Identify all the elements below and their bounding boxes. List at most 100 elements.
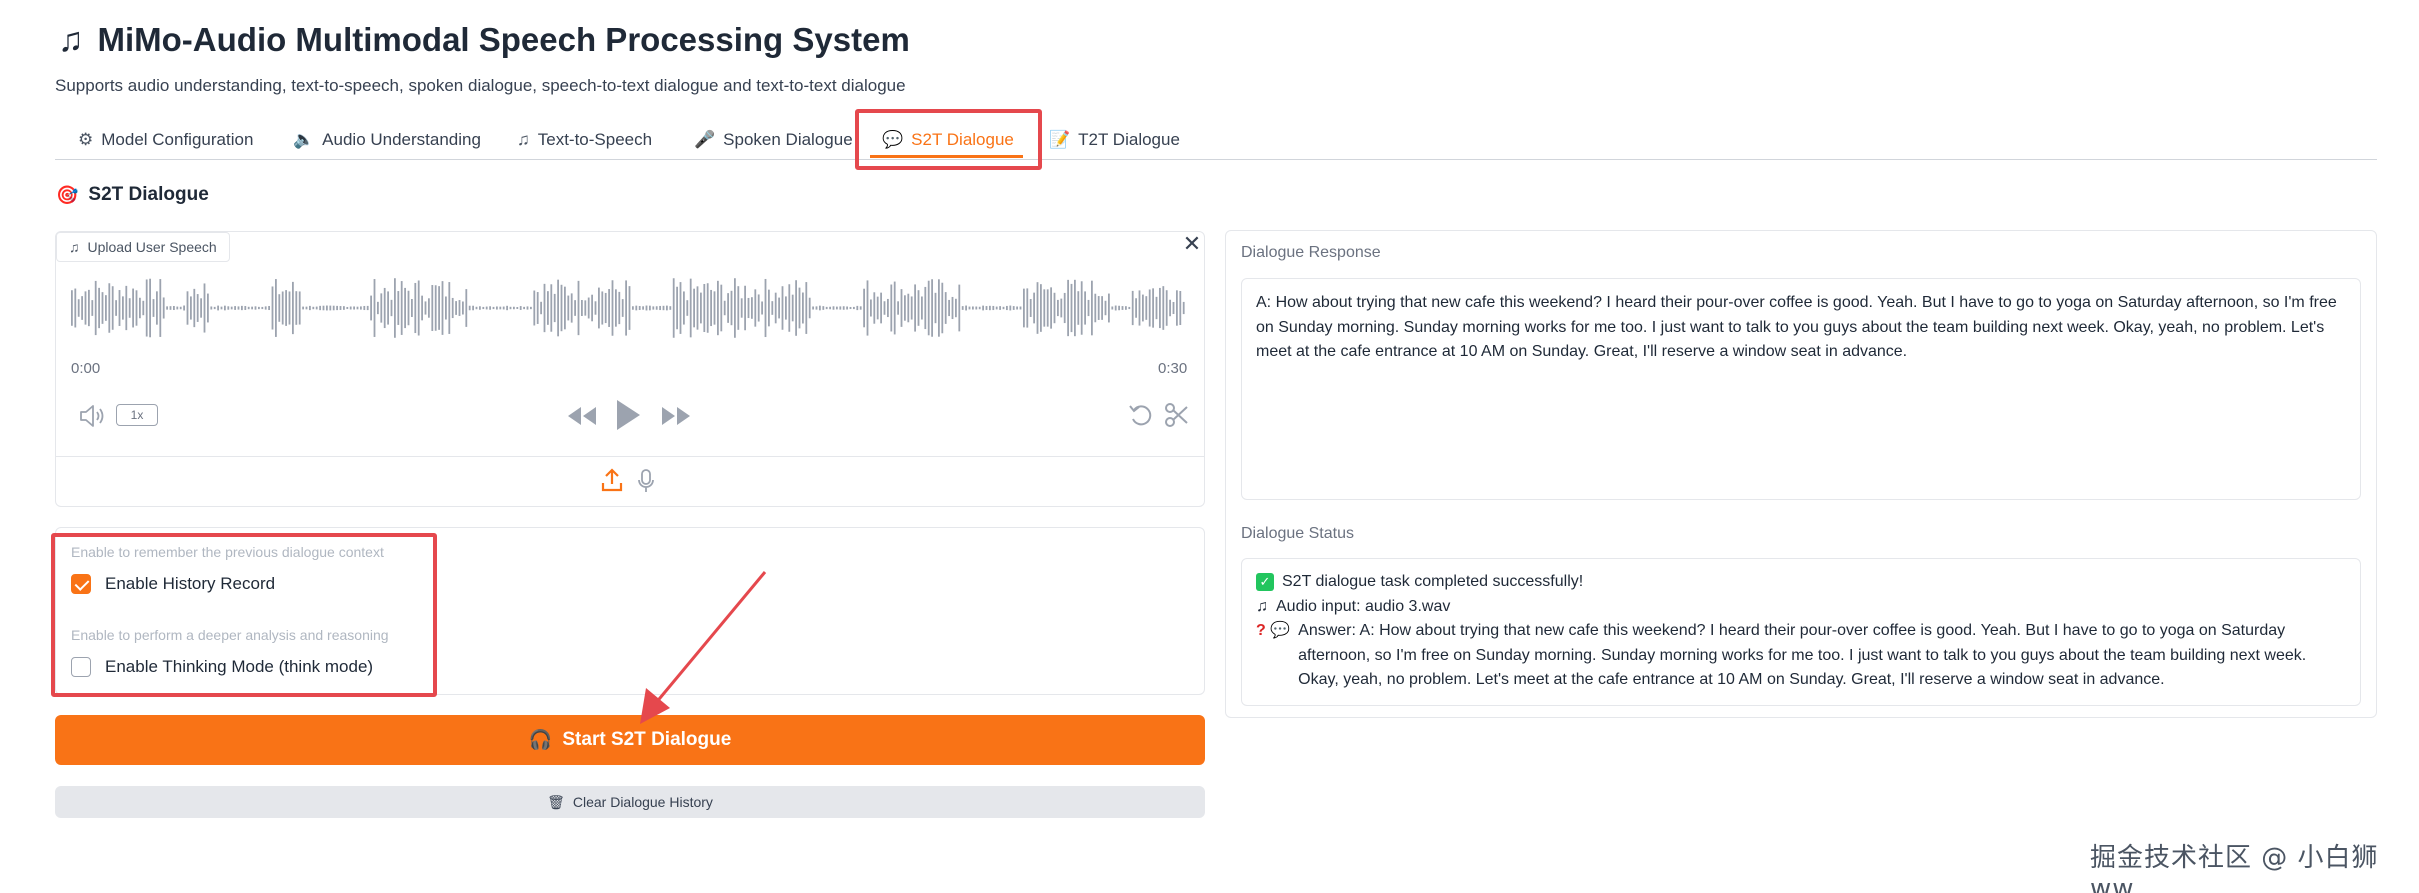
waveform-bar — [506, 305, 508, 311]
waveform-bar — [1070, 283, 1073, 333]
waveform-bar — [961, 306, 964, 310]
waveform-bar — [968, 306, 971, 310]
dialogue-response-textbox[interactable]: A: How about trying that new cafe this w… — [1241, 278, 2361, 500]
waveform-bar — [190, 296, 192, 320]
waveform-bar — [1002, 306, 1005, 310]
waveform-bar — [893, 281, 896, 335]
waveform-bar — [924, 286, 927, 330]
waveform-bar — [972, 306, 974, 310]
tab-label: Text-to-Speech — [537, 130, 653, 149]
waveform-bar — [938, 279, 940, 337]
waveform-bar — [275, 279, 277, 337]
waveform-bar — [1111, 306, 1114, 310]
microphone-icon: 🎤 — [694, 130, 716, 149]
waveform-bar — [156, 291, 158, 325]
waveform-bar — [863, 288, 865, 328]
waveform-bar — [196, 294, 199, 322]
clear-dialogue-history-button[interactable]: 🗑 Clear Dialogue History — [55, 786, 1205, 818]
tab-text-to-speech[interactable]: ♫ Text-to-Speech — [517, 120, 652, 160]
waveform-bar — [397, 291, 400, 325]
waveform-bar — [560, 284, 563, 332]
waveform-bar — [1176, 290, 1178, 326]
waveform-bar — [853, 306, 855, 310]
waveform-bar — [74, 288, 77, 328]
check-mark-icon: ✓ — [1256, 573, 1274, 591]
waveform-bar — [757, 294, 760, 322]
tab-t2t-dialogue[interactable]: 📝 T2T Dialogue — [1049, 120, 1180, 160]
waveform-bar — [601, 291, 604, 325]
waveform-bar — [713, 291, 716, 325]
tab-model-configuration[interactable]: ⚙ Model Configuration — [78, 120, 253, 160]
waveform-bar — [638, 305, 641, 311]
waveform-bar — [241, 305, 243, 311]
waveform-bar — [88, 289, 90, 327]
waveform-bar — [139, 297, 141, 319]
upload-icon[interactable] — [600, 468, 624, 494]
waveform-bar — [1080, 281, 1083, 335]
waveform-bar — [676, 286, 678, 330]
tab-label: T2T Dialogue — [1078, 130, 1180, 149]
waveform-bar — [771, 301, 774, 315]
waveform-bar — [332, 305, 335, 311]
waveform-bar — [309, 305, 311, 311]
audio-waveform[interactable] — [70, 272, 1187, 344]
volume-icon[interactable] — [78, 403, 108, 429]
undo-icon[interactable] — [1128, 402, 1154, 428]
waveform-bar — [1145, 296, 1148, 320]
waveform-bar — [1155, 296, 1158, 320]
waveform-bar — [101, 292, 104, 324]
waveform-bar — [727, 293, 729, 323]
waveform-bar — [1074, 279, 1076, 337]
waveform-bar — [1084, 291, 1086, 325]
waveform-bar — [258, 306, 260, 310]
waveform-bar — [540, 301, 542, 315]
waveform-bar — [268, 305, 270, 311]
waveform-bar — [516, 306, 519, 310]
waveform-bar — [360, 306, 362, 310]
waveform-bar — [849, 306, 852, 310]
waveform-bar — [166, 306, 168, 310]
waveform-bar — [244, 306, 247, 310]
waveform-bar — [496, 306, 498, 310]
waveform-bar — [407, 290, 410, 326]
tab-audio-understanding[interactable]: 🔈 Audio Understanding — [293, 120, 481, 160]
waveform-bar — [84, 291, 87, 325]
waveform-bar — [1046, 289, 1049, 327]
waveform-bar — [625, 280, 627, 336]
waveform-bar — [536, 292, 539, 324]
waveform-bar — [302, 306, 304, 310]
waveform-bar — [176, 306, 179, 310]
waveform-bar — [744, 285, 746, 331]
waveform-bar — [553, 293, 556, 323]
waveform-bar — [315, 306, 318, 310]
waveform-bar — [482, 306, 485, 310]
play-icon[interactable] — [614, 398, 642, 432]
close-icon[interactable]: ✕ — [1181, 233, 1203, 255]
waveform-bar — [336, 305, 338, 311]
tab-highlight-box — [855, 109, 1042, 170]
waveform-bar — [897, 301, 899, 315]
microphone-icon[interactable] — [636, 468, 656, 494]
playback-speed-button[interactable]: 1x — [116, 404, 158, 426]
waveform-bar — [261, 306, 264, 310]
waveform-bar — [927, 280, 930, 336]
waveform-bar — [645, 305, 648, 311]
waveform-bar — [1033, 292, 1035, 324]
waveform-bar — [740, 298, 743, 318]
waveform-bar — [217, 305, 219, 311]
rewind-icon[interactable] — [566, 405, 598, 427]
app-title: ♫ MiMo-Audio Multimodal Speech Processin… — [58, 12, 910, 68]
waveform-bar — [985, 306, 988, 310]
tab-spoken-dialogue[interactable]: 🎤 Spoken Dialogue — [694, 120, 853, 160]
waveform-bar — [557, 279, 559, 337]
status-answer-line: ? 💬 Answer: A: How about trying that new… — [1256, 619, 2346, 693]
scissors-icon[interactable] — [1164, 402, 1190, 428]
waveform-bar — [468, 305, 471, 311]
fast-forward-icon[interactable] — [660, 405, 692, 427]
waveform-bar — [387, 291, 389, 325]
waveform-bar — [353, 306, 355, 310]
waveform-bar — [951, 296, 954, 320]
waveform-bar — [795, 280, 797, 336]
waveform-bar — [819, 305, 821, 311]
waveform-bar — [1169, 299, 1171, 317]
